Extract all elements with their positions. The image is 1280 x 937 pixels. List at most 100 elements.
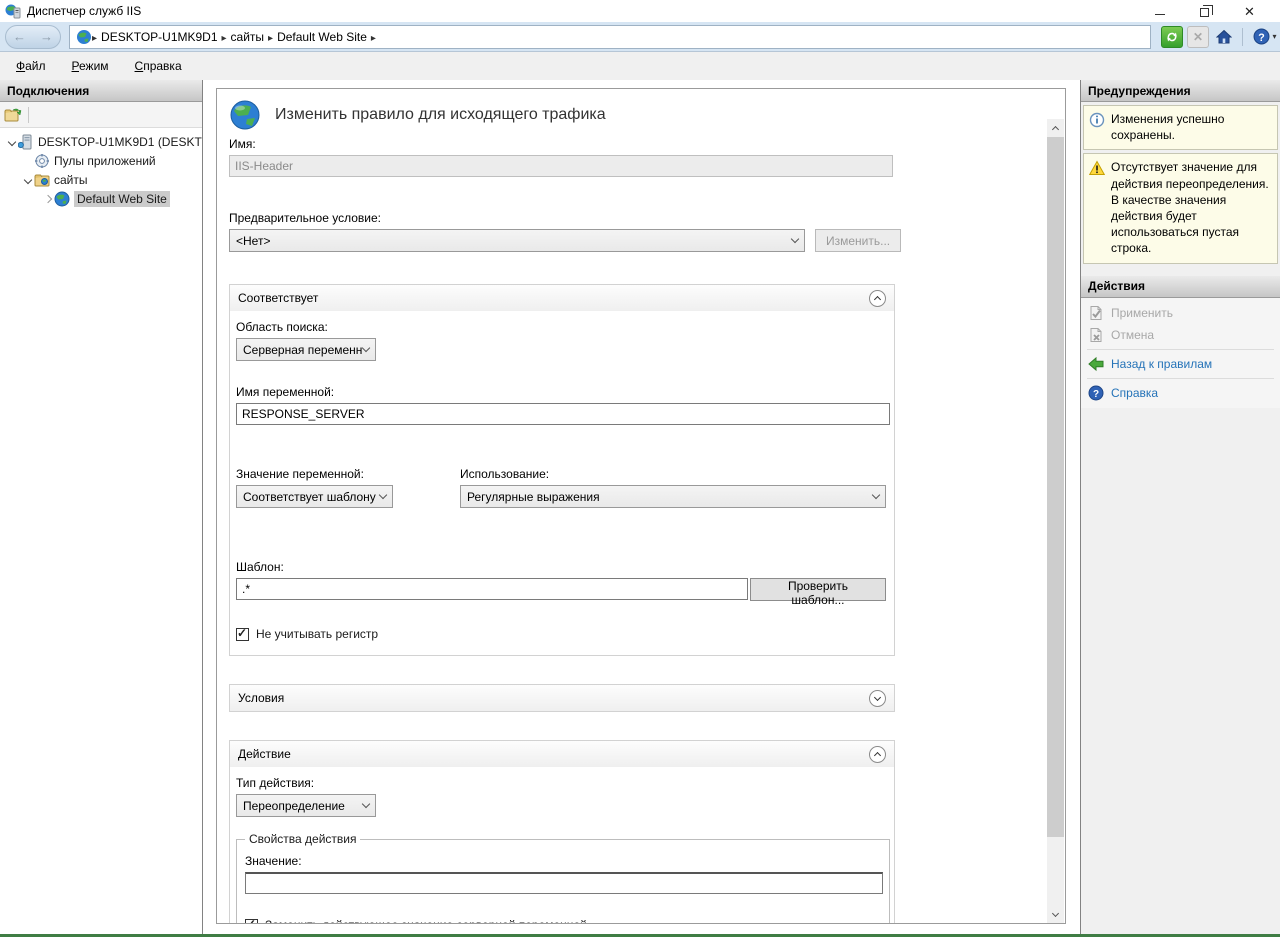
back-arrow-icon (1088, 356, 1104, 372)
iis-manager-window: Диспетчер служб IIS ✕ ← → DESKTOP-U1MK9D… (0, 0, 1280, 937)
help-button[interactable]: ? ▾ (1250, 26, 1280, 48)
conditions-section: Условия (229, 684, 895, 712)
chevron-down-icon (872, 491, 880, 499)
application-pools-icon (34, 153, 50, 169)
breadcrumb-separator-icon (268, 30, 273, 44)
back-button[interactable]: ← (13, 30, 26, 43)
iis-app-icon (5, 3, 21, 19)
breadcrumb-item-sites[interactable]: сайты (231, 30, 265, 44)
apply-icon (1088, 305, 1104, 321)
close-button[interactable]: ✕ (1227, 0, 1272, 22)
window-title: Диспетчер служб IIS (27, 4, 141, 18)
tree-item-label: Default Web Site (74, 191, 170, 207)
breadcrumb-separator-icon (371, 30, 376, 44)
chevron-down-icon (791, 235, 799, 243)
refresh-button[interactable] (1161, 26, 1183, 48)
variable-name-input[interactable] (236, 403, 890, 425)
site-globe-icon (54, 191, 70, 207)
menu-view[interactable]: Режим (72, 59, 109, 73)
breadcrumb-item-server[interactable]: DESKTOP-U1MK9D1 (101, 30, 217, 44)
help-icon: ? (1253, 28, 1270, 45)
collapse-icon[interactable] (6, 139, 18, 145)
tree-item-label: Пулы приложений (54, 154, 156, 168)
breadcrumb-item-default-web-site[interactable]: Default Web Site (277, 30, 367, 44)
apply-label: Применить (1111, 306, 1173, 320)
edit-precondition-button: Изменить... (815, 229, 901, 252)
variable-name-label: Имя переменной: (236, 385, 886, 399)
scrollbar-thumb[interactable] (1047, 137, 1064, 837)
action-type-value: Переопределение (243, 799, 363, 813)
menu-bar: Файл Режим Справка (0, 52, 1280, 80)
stop-button[interactable]: ✕ (1187, 26, 1209, 48)
actions-panel: Предупреждения Изменения успешно сохране… (1080, 80, 1280, 934)
title-bar: Диспетчер служб IIS ✕ (0, 0, 1280, 22)
info-icon (1089, 112, 1105, 128)
variable-value-value: Соответствует шаблону (243, 490, 380, 504)
scope-select[interactable]: Серверная переменн (236, 338, 376, 361)
collapse-icon[interactable] (22, 177, 34, 183)
vertical-scrollbar[interactable] (1047, 119, 1064, 923)
tree-item-sites[interactable]: сайты (0, 170, 202, 189)
chevron-down-icon (362, 800, 370, 808)
actions-separator (1087, 378, 1274, 379)
connections-tree: DESKTOP-U1MK9D1 (DESKTOI Пулы приложений (0, 128, 202, 208)
precondition-select[interactable]: <Нет> (229, 229, 805, 252)
svg-text:?: ? (1093, 389, 1099, 400)
connections-toolbar (0, 102, 202, 128)
home-button[interactable] (1213, 26, 1235, 48)
name-input (229, 155, 893, 177)
tree-item-server[interactable]: DESKTOP-U1MK9D1 (DESKTOI (0, 132, 202, 151)
page-globe-icon (229, 99, 261, 131)
close-icon: ✕ (1244, 5, 1255, 18)
chevron-down-icon (379, 491, 387, 499)
restore-button[interactable] (1182, 0, 1227, 22)
value-label: Значение: (245, 854, 881, 868)
minimize-button[interactable] (1137, 0, 1182, 22)
create-connection-icon[interactable] (4, 107, 22, 123)
using-select[interactable]: Регулярные выражения (460, 485, 886, 508)
forward-button[interactable]: → (40, 30, 53, 43)
expand-section-button[interactable] (869, 690, 886, 707)
tree-item-app-pools[interactable]: Пулы приложений (0, 151, 202, 170)
toolbar-separator (28, 107, 29, 123)
match-section-title: Соответствует (238, 291, 869, 305)
expand-icon[interactable] (42, 196, 54, 202)
name-label: Имя: (229, 137, 1045, 151)
navigation-toolbar: ← → DESKTOP-U1MK9D1 сайты Default Web Si… (0, 22, 1280, 52)
home-icon (1216, 29, 1232, 45)
help-action[interactable]: ? Справка (1081, 382, 1280, 404)
cancel-label: Отмена (1111, 328, 1154, 342)
menu-file[interactable]: Файл (16, 59, 46, 73)
help-label: Справка (1111, 386, 1158, 400)
breadcrumb[interactable]: DESKTOP-U1MK9D1 сайты Default Web Site (69, 25, 1151, 49)
variable-value-label: Значение переменной: (236, 467, 460, 481)
action-type-select[interactable]: Переопределение (236, 794, 376, 817)
workspace-panel: Изменить правило для исходящего трафика … (204, 80, 1080, 934)
scroll-down-button[interactable] (1047, 906, 1064, 923)
chevron-down-icon (362, 344, 370, 352)
menu-help[interactable]: Справка (135, 59, 182, 73)
ignore-case-checkbox[interactable] (236, 628, 249, 641)
variable-value-select[interactable]: Соответствует шаблону (236, 485, 393, 508)
warning-icon (1089, 160, 1105, 176)
warning-alert-text: Отсутствует значение для действия переоп… (1111, 159, 1273, 256)
precondition-value: <Нет> (236, 234, 792, 248)
action-type-label: Тип действия: (236, 776, 886, 790)
pattern-input[interactable] (236, 578, 748, 600)
tree-item-default-web-site[interactable]: Default Web Site (0, 189, 202, 208)
value-input[interactable] (245, 872, 883, 894)
collapse-section-button[interactable] (869, 746, 886, 763)
scroll-up-button[interactable] (1047, 119, 1064, 136)
test-pattern-button[interactable]: Проверить шаблон... (750, 578, 886, 601)
restore-icon (1200, 8, 1209, 17)
breadcrumb-separator-icon (92, 30, 97, 44)
server-icon (18, 134, 34, 150)
replace-value-checkbox[interactable] (245, 919, 258, 924)
conditions-section-title: Условия (238, 691, 869, 705)
match-section: Соответствует Область поиска: Серверная … (229, 284, 895, 656)
refresh-icon (1165, 30, 1179, 44)
back-to-rules-label: Назад к правилам (1111, 357, 1212, 371)
collapse-section-button[interactable] (869, 290, 886, 307)
actions-separator (1087, 349, 1274, 350)
back-to-rules-action[interactable]: Назад к правилам (1081, 353, 1280, 375)
